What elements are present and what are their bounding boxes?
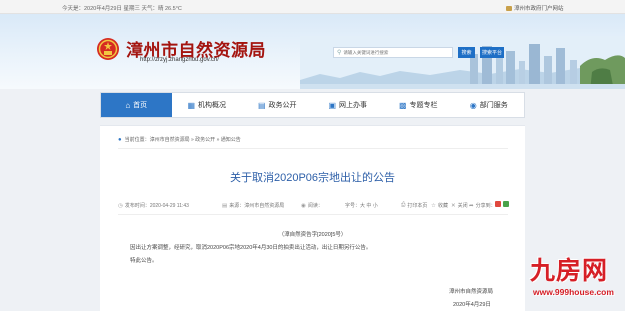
nav-label: 专题专栏 bbox=[409, 102, 438, 109]
weibo-share-icon[interactable] bbox=[495, 201, 501, 207]
portal-link[interactable]: 漳州市政府门户网站 bbox=[506, 4, 564, 12]
service-icon: ◉ bbox=[469, 100, 477, 110]
article-title: 关于取消2020P06宗地出让的公告 bbox=[229, 172, 396, 184]
divider bbox=[118, 214, 508, 215]
date-weather-text: 今天是：2020年4月29日 星期三 天气：晴 26.5°C bbox=[62, 6, 182, 12]
portal-icon bbox=[506, 6, 512, 11]
publish-time: ◷ 发布时间：2020-04-29 11:43 bbox=[118, 202, 189, 210]
article-panel: ● 当前位置：漳州市自然资源局 » 政务公开 » 通知公告 关于取消2020P0… bbox=[100, 125, 525, 311]
star-icon: ☆ bbox=[431, 202, 436, 209]
breadcrumb: ● 当前位置：漳州市自然资源局 » 政务公开 » 通知公告 bbox=[118, 136, 241, 144]
close-text: 关闭 bbox=[457, 203, 468, 209]
article-paragraph: 特此公告。 bbox=[130, 258, 158, 264]
close-link[interactable]: ✕ 关闭 bbox=[451, 202, 468, 210]
top-bar: 今天是：2020年4月29日 星期三 天气：晴 26.5°C 漳州市政府门户网站 bbox=[0, 0, 625, 14]
site-header: 漳州市自然资源局 http://zrzyj.zhangzhou.gov.cn/ … bbox=[0, 14, 625, 89]
nav-online-services[interactable]: ▣ 网上办事 bbox=[313, 93, 384, 117]
monitor-icon: ▣ bbox=[328, 100, 337, 110]
nav-label: 政务公开 bbox=[268, 102, 297, 109]
search-box[interactable]: ⚲ bbox=[333, 47, 453, 58]
breadcrumb-text[interactable]: 当前位置：漳州市自然资源局 » 政务公开 » 通知公告 bbox=[125, 136, 241, 143]
nav-home[interactable]: ⌂ 首页 bbox=[101, 93, 172, 117]
search-input[interactable] bbox=[343, 50, 444, 55]
favorite-link[interactable]: ☆ 收藏 bbox=[431, 202, 448, 210]
article-signature: 漳州市自然资源局 bbox=[449, 289, 494, 295]
share-label: ➦ 分享到： bbox=[469, 202, 496, 210]
nav-label: 机构概况 bbox=[198, 102, 227, 109]
article-paragraph: 因出让方案调整，经研究，取消2020P06宗地2020年4月30日的拍卖出让活动… bbox=[130, 245, 372, 251]
main-nav: ⌂ 首页 ▦ 机构概况 ▤ 政务公开 ▣ 网上办事 ▩ 专题专栏 ◉ 部门服务 bbox=[100, 92, 525, 118]
city-skyline-image bbox=[300, 36, 625, 89]
nav-label: 网上办事 bbox=[339, 102, 368, 109]
nav-government-affairs[interactable]: ▤ 政务公开 bbox=[242, 93, 313, 117]
watermark: 九房网 www.999house.com bbox=[530, 257, 620, 305]
location-pin-icon: ● bbox=[118, 136, 122, 143]
grid-icon: ▩ bbox=[398, 100, 407, 110]
share-text: 分享到： bbox=[475, 203, 496, 209]
share-buttons bbox=[495, 201, 509, 207]
national-emblem-icon bbox=[97, 38, 119, 60]
share-icon: ➦ bbox=[469, 202, 474, 209]
document-icon: ▤ bbox=[257, 100, 266, 110]
close-icon: ✕ bbox=[451, 202, 456, 209]
portal-link-label: 漳州市政府门户网站 bbox=[514, 6, 564, 12]
views-text: 阅读： bbox=[307, 203, 323, 209]
document-number: （漳自然资告字[2020]5号） bbox=[278, 232, 347, 238]
wechat-share-icon[interactable] bbox=[503, 201, 509, 207]
eye-icon: ◉ bbox=[301, 202, 306, 209]
search-icon: ⚲ bbox=[337, 50, 342, 56]
nav-label: 部门服务 bbox=[479, 102, 508, 109]
font-size-control[interactable]: 字号：大 中 小 bbox=[345, 202, 378, 209]
publish-time-text: 发布时间：2020-04-29 11:43 bbox=[124, 203, 189, 209]
divider bbox=[118, 148, 508, 149]
watermark-brand: 九房网 bbox=[530, 256, 609, 285]
font-size-text[interactable]: 字号：大 中 小 bbox=[345, 202, 378, 209]
print-link[interactable]: ⎙ 打印本页 bbox=[401, 202, 427, 209]
nav-department-services[interactable]: ◉ 部门服务 bbox=[454, 93, 525, 117]
print-icon: ⎙ bbox=[401, 202, 406, 208]
nav-organization[interactable]: ▦ 机构概况 bbox=[172, 93, 243, 117]
source-icon: ▤ bbox=[222, 202, 228, 209]
clock-icon: ◷ bbox=[118, 202, 123, 209]
nav-label: 首页 bbox=[133, 102, 148, 109]
home-icon: ⌂ bbox=[125, 100, 131, 110]
nav-special-topics[interactable]: ▩ 专题专栏 bbox=[383, 93, 454, 117]
article-date: 2020年4月29日 bbox=[453, 302, 491, 308]
article-source: ▤ 来源：漳州市自然资源局 bbox=[222, 202, 285, 210]
building-icon: ▦ bbox=[187, 100, 196, 110]
search-platform-button[interactable]: 搜索平台 bbox=[480, 47, 504, 58]
source-text: 来源：漳州市自然资源局 bbox=[229, 203, 285, 209]
site-url: http://zrzyj.zhangzhou.gov.cn/ bbox=[140, 57, 219, 63]
print-text: 打印本页 bbox=[407, 203, 428, 209]
view-count: ◉ 阅读： bbox=[301, 202, 323, 210]
watermark-url: www.999house.com bbox=[533, 287, 614, 297]
search-button[interactable]: 搜索 bbox=[458, 47, 475, 58]
favorite-text: 收藏 bbox=[437, 203, 448, 209]
